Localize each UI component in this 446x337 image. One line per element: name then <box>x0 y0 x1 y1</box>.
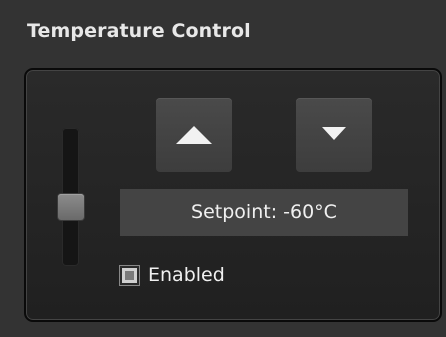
increase-button[interactable] <box>156 98 232 172</box>
enabled-checkbox[interactable] <box>120 265 139 285</box>
panel-title: Temperature Control <box>27 20 251 42</box>
triangle-up-icon <box>176 126 212 144</box>
triangle-down-icon <box>322 127 346 140</box>
enabled-label: Enabled <box>148 264 225 286</box>
checkbox-check-mark <box>125 270 134 280</box>
decrease-button[interactable] <box>296 98 372 172</box>
temperature-control-window: Temperature Control Setpoint: -60°C Enab… <box>0 0 446 337</box>
temperature-slider-thumb[interactable] <box>58 194 84 220</box>
control-panel: Setpoint: -60°C Enabled <box>24 68 442 322</box>
enabled-toggle[interactable]: Enabled <box>120 262 225 288</box>
setpoint-display: Setpoint: -60°C <box>120 189 408 236</box>
